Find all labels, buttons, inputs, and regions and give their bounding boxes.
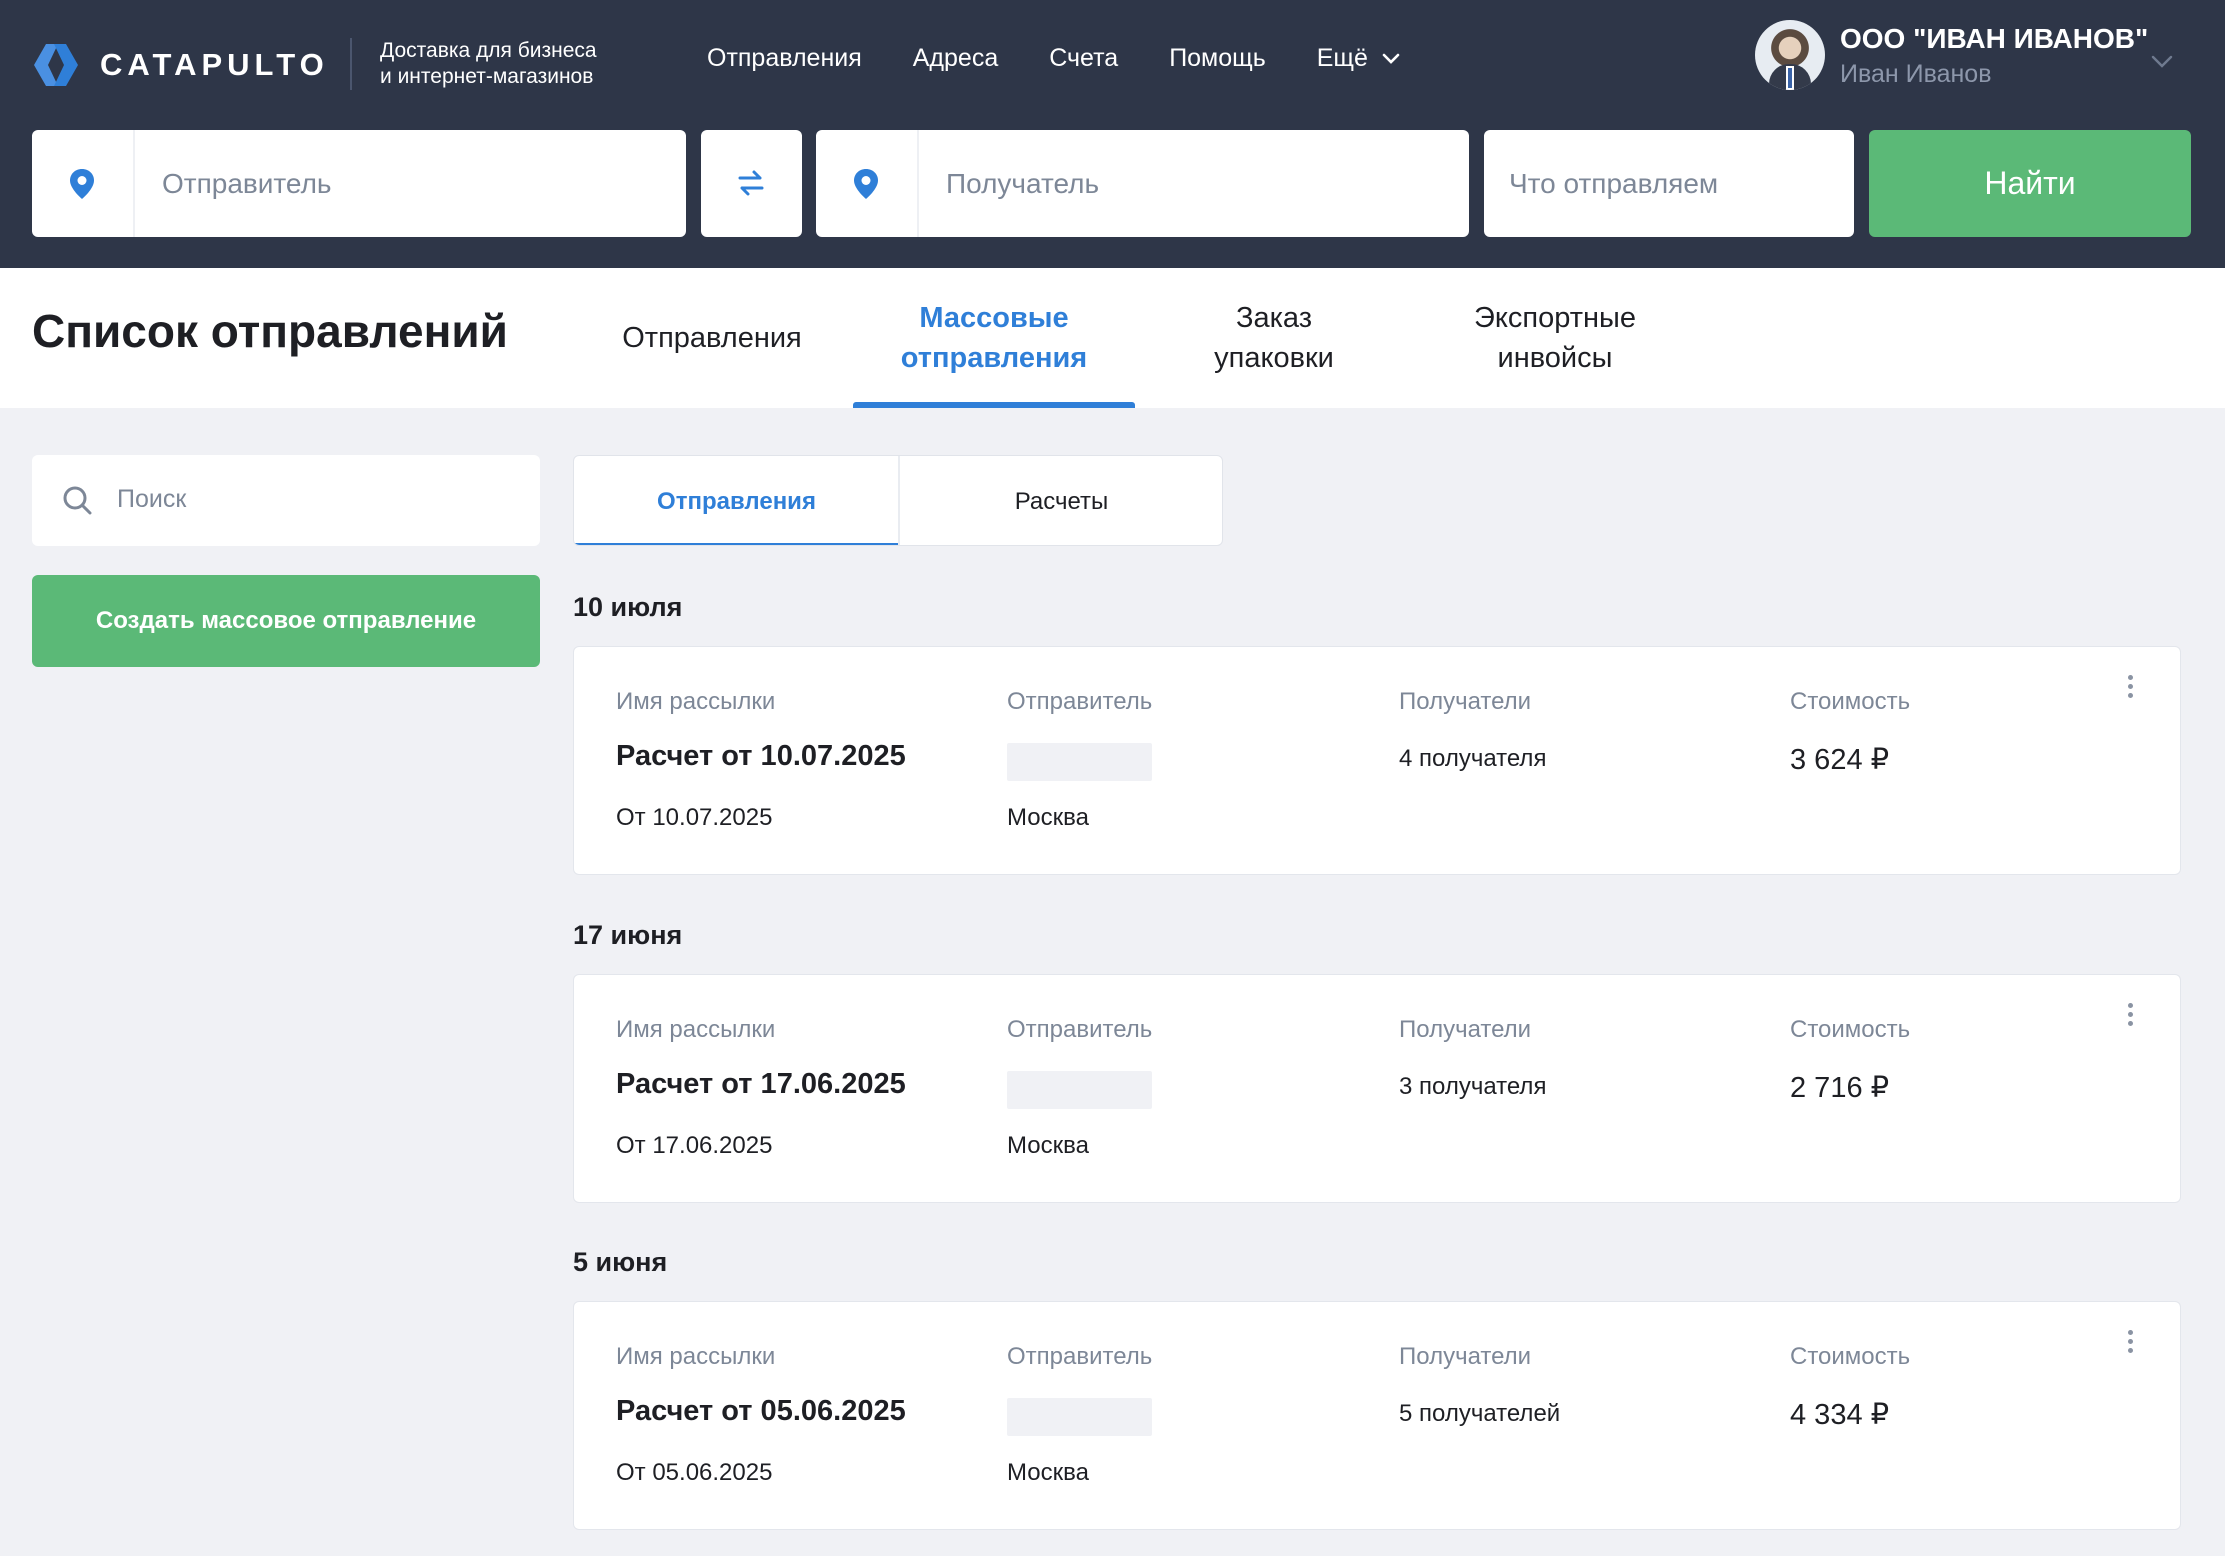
swap-button[interactable] [701,130,802,237]
column-label-cost: Стоимость [1790,688,1911,715]
mailing-name: Расчет от 05.06.2025 [616,1395,906,1427]
subtab-shipments[interactable]: Отправления [574,456,899,545]
logo-text: CATAPULTO [100,47,329,82]
user-name: Иван Иванов [1840,60,1992,88]
catapulto-logo-icon [34,44,78,86]
more-options-icon[interactable] [2124,1330,2136,1358]
mailing-name: Расчет от 17.06.2025 [616,1068,906,1100]
tagline-line-1: Доставка для бизнеса [380,39,597,62]
location-pin-icon [70,169,94,199]
field-divider [133,130,135,237]
nav-addresses[interactable]: Адреса [913,44,998,73]
page-title: Список отправлений [32,305,508,357]
mailing-card[interactable]: Имя рассылки Отправитель Получатели Стои… [573,646,2181,875]
avatar [1755,20,1825,90]
nav-shipments[interactable]: Отправления [707,44,862,73]
field-divider [917,130,919,237]
tab-label-line-2: упаковки [1214,342,1334,374]
recipient-placeholder: Получатель [946,168,1100,199]
mailing-cost: 2 716 ₽ [1790,1072,1890,1104]
sub-tabs: Отправления Расчеты [573,455,1223,546]
sender-placeholder: Отправитель [162,168,332,199]
mailing-date: От 17.06.2025 [616,1132,773,1159]
subtab-calculations[interactable]: Расчеты [899,456,1222,545]
mailing-date: От 10.07.2025 [616,804,773,831]
sender-name-placeholder [1007,743,1152,781]
more-options-icon[interactable] [2124,1003,2136,1031]
column-label-recipients: Получатели [1399,1343,1532,1370]
column-label-cost: Стоимость [1790,1016,1911,1043]
search-placeholder: Поиск [117,485,187,513]
tab-label-line-1: Массовые [919,302,1069,334]
tab-shipments[interactable]: Отправления [571,268,853,408]
chevron-down-icon [2151,55,2173,68]
chevron-down-icon [1382,53,1400,64]
mailing-name: Расчет от 10.07.2025 [616,740,906,772]
nav-invoices[interactable]: Счета [1049,44,1118,73]
logo-divider [350,38,352,90]
search-icon [63,486,92,515]
sender-name-placeholder [1007,1071,1152,1109]
group-date: 10 июля [573,592,683,622]
tab-label-line-2: отправления [900,342,1088,374]
create-mass-shipment-button[interactable]: Создать массовое отправление [32,575,540,667]
swap-arrows-icon [738,170,764,196]
tab-label-line-1: Экспортные [1474,302,1636,334]
what-to-send-placeholder: Что отправляем [1509,168,1719,199]
sender-city: Москва [1007,804,1089,831]
nav-help[interactable]: Помощь [1169,44,1266,73]
column-label-sender: Отправитель [1007,1016,1153,1043]
column-label-name: Имя рассылки [616,1343,776,1370]
column-label-recipients: Получатели [1399,688,1532,715]
mailing-card[interactable]: Имя рассылки Отправитель Получатели Стои… [573,1301,2181,1530]
logo[interactable]: CATAPULTO [32,40,329,90]
page-header: Список отправлений Отправления Массовые … [0,268,2225,408]
column-label-name: Имя рассылки [616,688,776,715]
group-date: 5 июня [573,1247,668,1277]
company-name: ООО "ИВАН ИВАНОВ" [1840,23,2149,54]
tab-label-line-1: Заказ [1235,302,1313,334]
sender-field[interactable]: Отправитель [32,130,686,237]
nav-more-label: Ещё [1316,44,1368,72]
column-label-sender: Отправитель [1007,1343,1153,1370]
tab-packaging-order[interactable]: Заказ упаковки [1133,268,1415,408]
mailing-cost: 3 624 ₽ [1790,744,1890,776]
recipients-count: 4 получателя [1399,745,1547,772]
column-label-name: Имя рассылки [616,1016,776,1043]
column-label-recipients: Получатели [1399,1016,1532,1043]
tagline: Доставка для бизнеса и интернет-магазино… [380,38,597,90]
find-button[interactable]: Найти [1869,130,2191,237]
tab-export-invoices[interactable]: Экспортные инвойсы [1414,268,1696,408]
sender-name-placeholder [1007,1398,1152,1436]
tagline-line-2: и интернет-магазинов [380,65,594,88]
recipients-count: 3 получателя [1399,1073,1547,1100]
recipients-count: 5 получателей [1399,1400,1561,1427]
tab-label-line-2: инвойсы [1497,342,1613,374]
top-header: CATAPULTO Доставка для бизнеса и интерне… [0,0,2225,268]
search-input[interactable]: Поиск [32,455,540,546]
sender-city: Москва [1007,1132,1089,1159]
what-to-send-field[interactable]: Что отправляем [1484,130,1854,237]
column-label-sender: Отправитель [1007,688,1153,715]
nav-more[interactable]: Ещё [1317,44,1400,73]
group-date: 17 июня [573,920,683,950]
sender-city: Москва [1007,1459,1089,1486]
tab-mass-shipments[interactable]: Массовые отправления [853,268,1135,408]
tab-label: Отправления [622,322,802,354]
mailing-cost: 4 334 ₽ [1790,1399,1890,1431]
column-label-cost: Стоимость [1790,1343,1911,1370]
user-menu[interactable]: ООО "ИВАН ИВАНОВ" Иван Иванов [1755,20,2173,92]
mailing-date: От 05.06.2025 [616,1459,773,1486]
mailing-card[interactable]: Имя рассылки Отправитель Получатели Стои… [573,974,2181,1203]
recipient-field[interactable]: Получатель [816,130,1469,237]
more-options-icon[interactable] [2124,675,2136,703]
location-pin-icon [854,169,878,199]
top-nav: Отправления Адреса Счета Помощь Ещё [707,44,1451,73]
